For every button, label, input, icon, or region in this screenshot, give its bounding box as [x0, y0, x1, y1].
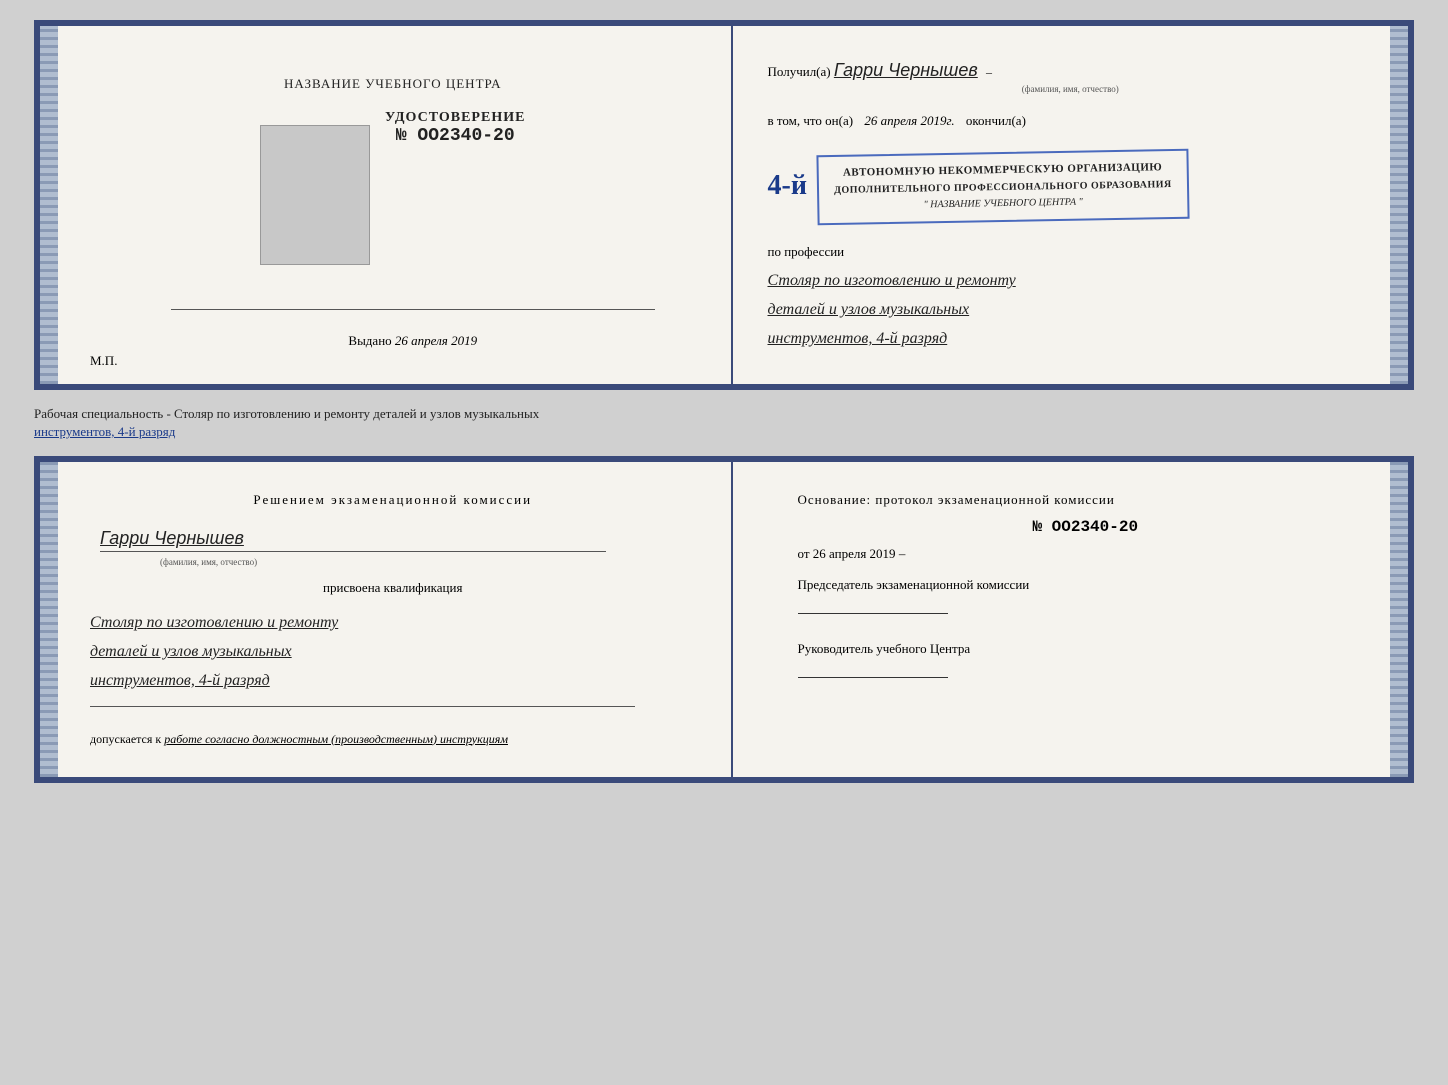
ot-date-value: 26 апреля 2019: [813, 546, 896, 561]
predsedatel-signature-line: [798, 613, 948, 614]
top-document: НАЗВАНИЕ УЧЕБНОГО ЦЕНТРА УДОСТОВЕРЕНИЕ №…: [34, 20, 1414, 390]
profession-block-top: Столяр по изготовлению и ремонту деталей…: [768, 267, 1374, 353]
fio-label-bottom: (фамилия, имя, отчество): [160, 557, 696, 567]
dopuskaetsya-block: допускается к работе согласно должностны…: [90, 732, 696, 747]
vydano-date: 26 апреля 2019: [395, 333, 477, 348]
ot-label: от: [798, 546, 810, 561]
rukovoditel-signature-line: [798, 677, 948, 678]
vtom-line: в том, что он(а) 26 апреля 2019г. окончи…: [768, 111, 1374, 132]
bottom-left-panel: Решением экзаменационной комиссии Гарри …: [40, 462, 733, 776]
po-professii: по профессии: [768, 242, 1374, 263]
profession-line3-top: инструментов, 4-й разряд: [768, 325, 1374, 354]
vtom-label: в том, что он(а): [768, 113, 854, 128]
rukovoditel-block: Руководитель учебного Центра: [798, 641, 1374, 685]
ot-date: от 26 апреля 2019 –: [798, 546, 1374, 562]
right-decorative-strip: [1390, 26, 1408, 384]
prisvoyena: присвоена квалификация: [90, 580, 696, 596]
top-right-panel: Получил(а) Гарри Чернышев – (фамилия, им…: [733, 26, 1409, 384]
vtom-date: 26 апреля 2019г.: [864, 113, 954, 128]
bottom-right-panel: Основание: протокол экзаменационной коми…: [733, 462, 1409, 776]
top-left-panel: НАЗВАНИЕ УЧЕБНОГО ЦЕНТРА УДОСТОВЕРЕНИЕ №…: [40, 26, 733, 384]
fio-label-top: (фамилия, имя, отчество): [768, 82, 1374, 96]
poluchil-label: Получил(а): [768, 64, 831, 79]
okonchil-label: окончил(а): [966, 113, 1026, 128]
photo-placeholder: [260, 125, 370, 265]
recipient-name-bottom: Гарри Чернышев: [100, 528, 244, 548]
center-title: НАЗВАНИЕ УЧЕБНОГО ЦЕНТРА: [284, 76, 501, 92]
udostoverenie-block: УДОСТОВЕРЕНИЕ № OO2340-20: [385, 110, 525, 146]
vydano-label: Выдано: [348, 333, 391, 348]
top-right-content: Получил(а) Гарри Чернышев – (фамилия, им…: [768, 56, 1374, 354]
protocol-number: № OO2340-20: [798, 518, 1374, 536]
dopuskaetsya-label: допускается к: [90, 732, 161, 746]
name-block-bottom: Гарри Чернышев (фамилия, имя, отчество): [100, 528, 696, 567]
udostoverenie-number: № OO2340-20: [385, 126, 525, 146]
profession-line2-bottom: деталей и узлов музыкальных: [90, 638, 696, 667]
profession-line2-top: деталей и узлов музыкальных: [768, 296, 1374, 325]
bold-number: 4-й: [768, 164, 807, 209]
bottom-right-content: Основание: протокол экзаменационной коми…: [768, 492, 1374, 685]
udostoverenie-title: УДОСТОВЕРЕНИЕ: [385, 110, 525, 126]
predsedatel-block: Председатель экзаменационной комиссии: [798, 577, 1374, 621]
resheniyem-title: Решением экзаменационной комиссии: [90, 492, 696, 508]
stamp-box: АВТОНОМНУЮ НЕКОММЕРЧЕСКУЮ ОРГАНИЗАЦИЮ ДО…: [816, 149, 1189, 225]
bottom-left-strip: [40, 462, 58, 776]
separator-text2: инструментов, 4-й разряд: [34, 424, 175, 439]
bottom-right-strip: [1390, 462, 1408, 776]
vydano-block: Выдано 26 апреля 2019: [348, 333, 477, 349]
osnovanie-text: Основание: протокол экзаменационной коми…: [798, 492, 1374, 508]
profession-line1-bottom: Столяр по изготовлению и ремонту: [90, 609, 696, 638]
profession-line1-top: Столяр по изготовлению и ремонту: [768, 267, 1374, 296]
mp-label: М.П.: [90, 353, 117, 369]
predsedatel-label: Председатель экзаменационной комиссии: [798, 577, 1374, 593]
profession-block-bottom: Столяр по изготовлению и ремонту деталей…: [90, 609, 696, 695]
bottom-document: Решением экзаменационной комиссии Гарри …: [34, 456, 1414, 782]
rukovoditel-label: Руководитель учебного Центра: [798, 641, 1374, 657]
poluchil-line: Получил(а) Гарри Чернышев – (фамилия, им…: [768, 56, 1374, 96]
left-decorative-strip: [40, 26, 58, 384]
separator-label: Рабочая специальность - Столяр по изгото…: [34, 400, 1414, 446]
recipient-name-top: Гарри Чернышев: [834, 60, 978, 80]
separator-text: Рабочая специальность - Столяр по изгото…: [34, 406, 539, 421]
profession-line3-bottom: инструментов, 4-й разряд: [90, 667, 696, 696]
dopuskaetsya-text: работе согласно должностным (производств…: [164, 732, 508, 746]
